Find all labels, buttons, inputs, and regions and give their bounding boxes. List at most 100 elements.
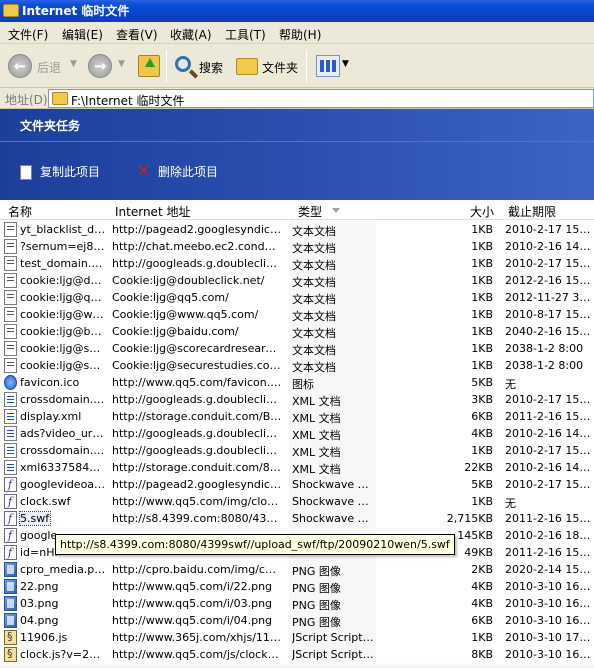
- file-row[interactable]: clock.js?v=201... http://www.qq5.com/js/c…: [0, 646, 594, 663]
- file-expires: 2010-3-10 16:40: [505, 580, 593, 593]
- file-expires: 2038-1-2 8:00: [505, 342, 584, 355]
- file-size: 2,715KB: [446, 512, 493, 525]
- file-name: 11906.js: [20, 631, 68, 644]
- file-expires: 2020-2-14 15:22: [505, 563, 593, 576]
- copy-icon[interactable]: [20, 165, 32, 180]
- file-url: Cookie:ljg@securestudies.com/: [112, 359, 282, 372]
- up-folder-icon[interactable]: [138, 55, 160, 77]
- file-name: xml633758401...: [20, 461, 106, 474]
- file-name: 5.swf: [19, 511, 51, 526]
- file-row[interactable]: 04.png http://www.qq5.com/i/04.png PNG 图像 6…: [0, 612, 594, 629]
- file-url: Cookie:ljg@scorecardresearch.c...: [112, 342, 282, 355]
- copy-item-link[interactable]: 复制此项目: [40, 163, 100, 180]
- file-size: 2KB: [471, 563, 493, 576]
- views-icon[interactable]: [316, 55, 340, 77]
- back-arrow-icon[interactable]: ←: [8, 54, 32, 78]
- file-row[interactable]: googlevideoad... http://pagead2.googlesyn…: [0, 476, 594, 493]
- column-header-url[interactable]: Internet 地址: [115, 203, 190, 220]
- file-name: 03.png: [20, 597, 59, 610]
- file-size: 1KB: [471, 325, 493, 338]
- address-value[interactable]: F:\Internet 临时文件: [71, 92, 185, 109]
- file-expires: 2010-3-10 16:39: [505, 614, 593, 627]
- file-size: 6KB: [471, 410, 493, 423]
- file-type: 文本文档: [292, 310, 336, 323]
- file-name: crossdomain.xml: [20, 393, 106, 406]
- file-name: googlevideoad...: [20, 478, 106, 491]
- menu-favorites[interactable]: 收藏(A): [170, 26, 212, 43]
- forward-arrow-icon[interactable]: →: [88, 54, 112, 78]
- file-row[interactable]: xml633758401... http://storage.conduit.co…: [0, 459, 594, 476]
- file-row[interactable]: ads?video_url_... http://googleads.g.doub…: [0, 425, 594, 442]
- file-size: 1KB: [471, 444, 493, 457]
- folders-button[interactable]: 文件夹: [262, 59, 298, 76]
- menu-file[interactable]: 文件(F): [8, 26, 48, 43]
- file-size: 8KB: [471, 648, 493, 661]
- forward-dropdown-icon[interactable]: ▼: [118, 59, 125, 69]
- file-expires: 无: [505, 497, 516, 510]
- file-expires: 2010-3-10 16:39: [505, 597, 593, 610]
- divider: [0, 141, 594, 142]
- file-row[interactable]: cookie:ljg@sec... Cookie:ljg@securestudie…: [0, 357, 594, 374]
- delete-icon[interactable]: ✕: [137, 161, 150, 180]
- file-row[interactable]: cookie:ljg@do... Cookie:ljg@doubleclick.n…: [0, 272, 594, 289]
- menu-view[interactable]: 查看(V): [116, 26, 158, 43]
- flash-file-icon: [4, 477, 17, 492]
- file-row[interactable]: ?sernum=ej83... http://chat.meebo.ec2.con…: [0, 238, 594, 255]
- file-row[interactable]: cookie:ljg@sco... Cookie:ljg@scorecardres…: [0, 340, 594, 357]
- script-file-icon: [4, 630, 17, 645]
- search-button[interactable]: 搜索: [199, 59, 223, 76]
- file-name: cookie:ljg@sco...: [20, 342, 106, 355]
- flash-file-icon: [4, 511, 17, 526]
- file-type: PNG 图像: [292, 599, 341, 612]
- views-dropdown-icon[interactable]: ▼: [342, 59, 349, 69]
- folders-icon[interactable]: [236, 58, 258, 75]
- file-row[interactable]: favicon.ico http://www.qq5.com/favicon.ic…: [0, 374, 594, 391]
- delete-item-link[interactable]: 删除此项目: [158, 163, 218, 180]
- file-row[interactable]: cookie:ljg@bai... Cookie:ljg@baidu.com/文本…: [0, 323, 594, 340]
- file-row[interactable]: crossdomain.xml http://googleads.g.double…: [0, 442, 594, 459]
- file-row[interactable]: clock.swf http://www.qq5.com/img/clock...…: [0, 493, 594, 510]
- file-url: http://www.qq5.com/img/clock....: [112, 495, 282, 508]
- file-row[interactable]: display.xml http://storage.conduit.com/Ba…: [0, 408, 594, 425]
- menu-edit[interactable]: 编辑(E): [62, 26, 103, 43]
- file-size: 1KB: [471, 274, 493, 287]
- file-url: http://cpro.baidu.com/img/cpro...: [112, 563, 282, 576]
- file-name: display.xml: [20, 410, 82, 423]
- file-size: 1KB: [471, 308, 493, 321]
- file-row[interactable]: 03.png http://www.qq5.com/i/03.png PNG 图像 4…: [0, 595, 594, 612]
- url-tooltip: http://s8.4399.com:8080/4399swf//upload_…: [55, 534, 455, 555]
- text-file-icon: [4, 307, 17, 322]
- file-type: XML 文档: [292, 395, 341, 408]
- file-row[interactable]: test_domain.txt http://googleads.g.double…: [0, 255, 594, 272]
- column-header-expires[interactable]: 截止期限: [508, 203, 556, 220]
- file-url: http://googleads.g.doubleclick.n...: [112, 257, 282, 270]
- file-row[interactable]: 22.png http://www.qq5.com/i/22.png PNG 图像 4…: [0, 578, 594, 595]
- file-name: clock.js?v=201...: [20, 648, 106, 661]
- file-expires: 2010-3-10 17:20: [505, 631, 593, 644]
- file-type: JScript Script ...: [292, 631, 374, 644]
- menu-help[interactable]: 帮助(H): [279, 26, 321, 43]
- menu-tools[interactable]: 工具(T): [225, 26, 266, 43]
- column-header-type[interactable]: 类型: [298, 203, 322, 220]
- file-url: http://pagead2.googlesyndicati...: [112, 478, 282, 491]
- file-expires: 2012-11-27 3:50: [505, 291, 593, 304]
- file-url: http://googleads.g.doubleclick.n...: [112, 444, 282, 457]
- file-size: 4KB: [471, 427, 493, 440]
- search-icon[interactable]: [175, 56, 191, 72]
- file-url: Cookie:ljg@qq5.com/: [112, 291, 229, 304]
- back-dropdown-icon[interactable]: ▼: [70, 59, 77, 69]
- column-header-size[interactable]: 大小: [470, 203, 494, 220]
- address-input[interactable]: F:\Internet 临时文件: [48, 89, 594, 108]
- file-row[interactable]: crossdomain.xml http://googleads.g.double…: [0, 391, 594, 408]
- file-row[interactable]: 5.swf http://s8.4399.com:8080/4399s... Sho…: [0, 510, 594, 527]
- file-row[interactable]: cookie:ljg@qq... Cookie:ljg@qq5.com/文本文档 1…: [0, 289, 594, 306]
- file-row[interactable]: yt_blacklist_do... http://pagead2.googles…: [0, 221, 594, 238]
- back-button-label[interactable]: 后退: [37, 59, 61, 76]
- file-row[interactable]: cookie:ljg@ww... Cookie:ljg@www.qq5.com/文…: [0, 306, 594, 323]
- column-header-name[interactable]: 名称: [8, 203, 32, 220]
- file-type: XML 文档: [292, 463, 341, 476]
- file-expires: 无: [505, 378, 516, 391]
- file-row[interactable]: 11906.js http://www.365j.com/xhjs/1190...…: [0, 629, 594, 646]
- file-row[interactable]: cpro_media.png http://cpro.baidu.com/img/…: [0, 561, 594, 578]
- file-type: XML 文档: [292, 446, 341, 459]
